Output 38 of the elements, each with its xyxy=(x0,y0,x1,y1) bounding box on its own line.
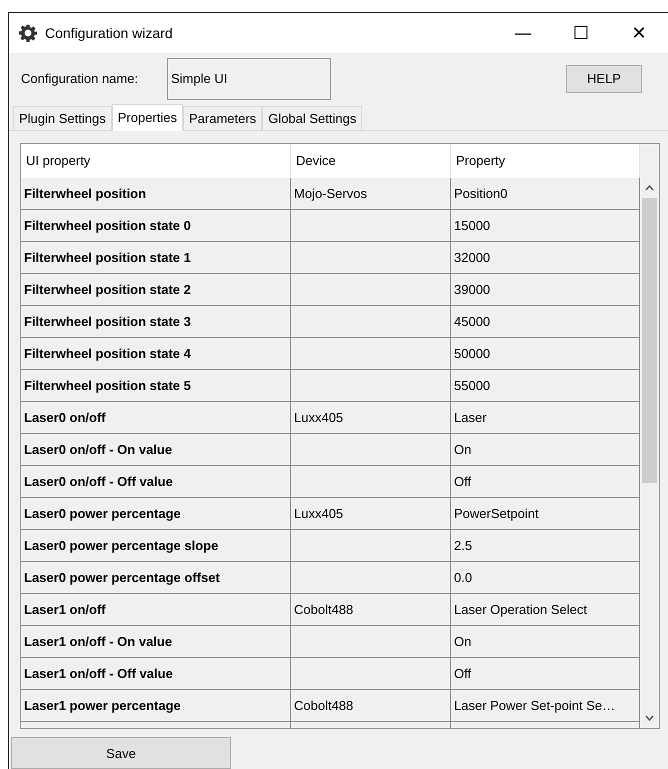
table-cell: Filterwheel position state 5 xyxy=(21,370,291,402)
table-cell: Filterwheel position state 3 xyxy=(21,306,291,338)
table-cell: Filterwheel position xyxy=(21,178,291,210)
config-name-label: Configuration name: xyxy=(21,71,140,86)
table-cell: Laser1 power percentage xyxy=(21,690,291,722)
table-cell: Laser1 on/off - On value xyxy=(21,626,291,658)
tab[interactable]: Plugin Settings xyxy=(13,106,112,130)
table-cell: Laser0 power percentage xyxy=(21,498,291,530)
tab[interactable]: Properties xyxy=(112,104,183,131)
table-cell: Cobolt488 xyxy=(291,594,451,626)
table-cell: Cobolt488 xyxy=(291,690,451,722)
table-cell: Laser0 on/off xyxy=(21,402,291,434)
table-cell: Filterwheel position state 2 xyxy=(21,274,291,306)
table-cell: Laser0 on/off - Off value xyxy=(21,466,291,498)
tab[interactable]: Parameters xyxy=(182,106,262,130)
table-cell: Luxx405 xyxy=(291,498,451,530)
table-cell: Laser0 power percentage slope xyxy=(21,530,291,562)
config-name-field[interactable]: Simple UI xyxy=(167,58,331,100)
minimize-button[interactable]: — xyxy=(498,13,548,53)
column-header[interactable]: Device xyxy=(291,144,451,178)
table-cell: Filterwheel position state 4 xyxy=(21,338,291,370)
table-cell: Laser0 power percentage offset xyxy=(21,562,291,594)
save-button[interactable]: Save xyxy=(11,737,231,769)
column-header[interactable]: Property xyxy=(451,144,640,178)
table-cell: Luxx405 xyxy=(291,402,451,434)
table-cell: Filterwheel position state 1 xyxy=(21,242,291,274)
window-title: Configuration wizard xyxy=(45,25,174,41)
tab[interactable]: Global Settings xyxy=(262,106,362,130)
close-button[interactable]: ✕ xyxy=(614,13,664,53)
table-cell: Filterwheel position state 0 xyxy=(21,210,291,242)
table-cell: Laser1 on/off - Off value xyxy=(21,658,291,690)
table-cell: Laser0 on/off - On value xyxy=(21,434,291,466)
table-cell: Laser1 on/off xyxy=(21,594,291,626)
maximize-button[interactable]: ☐ xyxy=(556,13,606,53)
table-cell: Mojo-Servos xyxy=(291,178,451,210)
help-button[interactable]: HELP xyxy=(566,64,642,93)
column-header[interactable]: UI property xyxy=(21,144,291,178)
gear-icon xyxy=(19,24,37,42)
